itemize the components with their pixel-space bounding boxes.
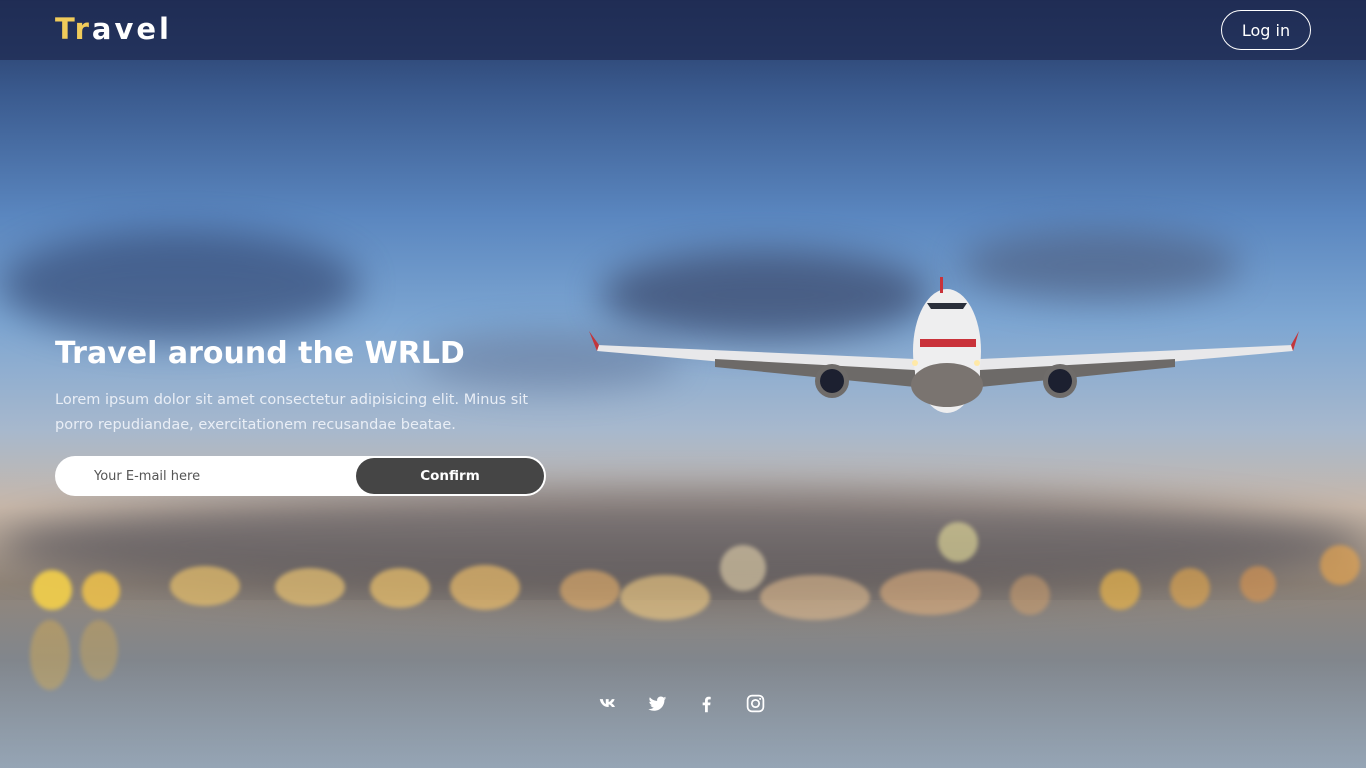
hero-description: Lorem ipsum dolor sit amet consectetur a…	[55, 392, 529, 433]
email-input[interactable]	[55, 456, 365, 496]
top-header: Travel Log in	[0, 0, 1366, 60]
confirm-button[interactable]: Confirm	[356, 458, 544, 494]
instagram-icon[interactable]	[745, 693, 766, 714]
social-links	[598, 690, 766, 716]
hero-background-image	[0, 0, 1366, 768]
logo-text: avel	[91, 12, 172, 46]
airplane-image	[589, 277, 1299, 413]
login-button[interactable]: Log in	[1221, 10, 1311, 50]
logo-accent: Tr	[55, 12, 92, 46]
facebook-icon[interactable]	[696, 693, 717, 714]
vk-icon[interactable]	[598, 693, 619, 714]
logo[interactable]: Travel	[55, 12, 172, 46]
email-signup-form: Confirm	[55, 456, 546, 496]
hero-title: Travel around the WRLD	[55, 336, 465, 371]
twitter-icon[interactable]	[647, 693, 668, 714]
